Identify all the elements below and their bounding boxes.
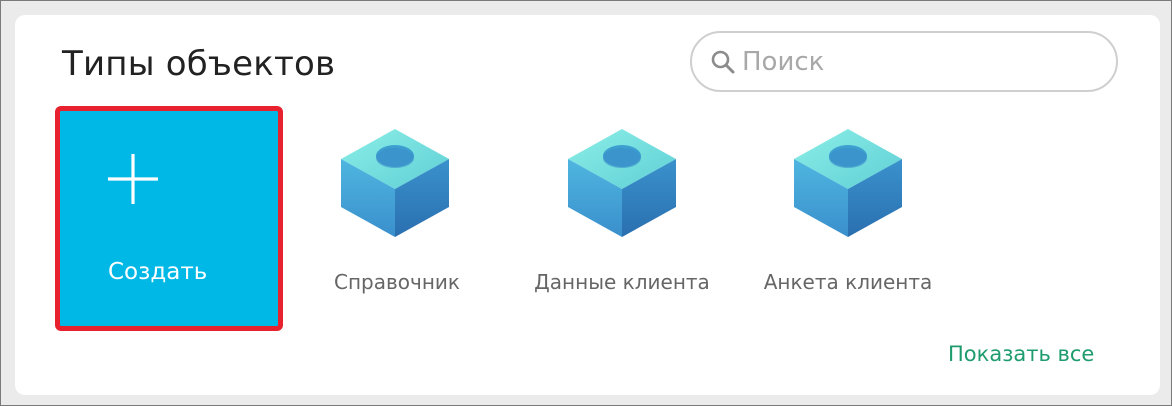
object-type-label: Данные клиента: [534, 270, 710, 294]
page-title: Типы объектов: [62, 44, 336, 84]
create-button[interactable]: Создать: [55, 106, 283, 331]
object-type-client-data[interactable]: Данные клиента: [512, 125, 732, 305]
cube-icon: [794, 129, 902, 237]
object-type-label: Анкета клиента: [763, 270, 933, 294]
cube-icon: [568, 129, 676, 237]
plus-icon: [108, 154, 158, 204]
object-type-client-survey[interactable]: Анкета клиента: [738, 125, 958, 305]
cube-icon: [341, 129, 449, 237]
search-input[interactable]: [742, 45, 1102, 79]
show-all-link[interactable]: Показать все: [948, 342, 1094, 366]
search-icon: [711, 50, 735, 74]
object-type-label: Справочник: [334, 270, 460, 294]
object-type-directory[interactable]: Справочник: [287, 125, 507, 305]
create-label: Создать: [108, 259, 208, 285]
search-box[interactable]: [690, 31, 1118, 92]
